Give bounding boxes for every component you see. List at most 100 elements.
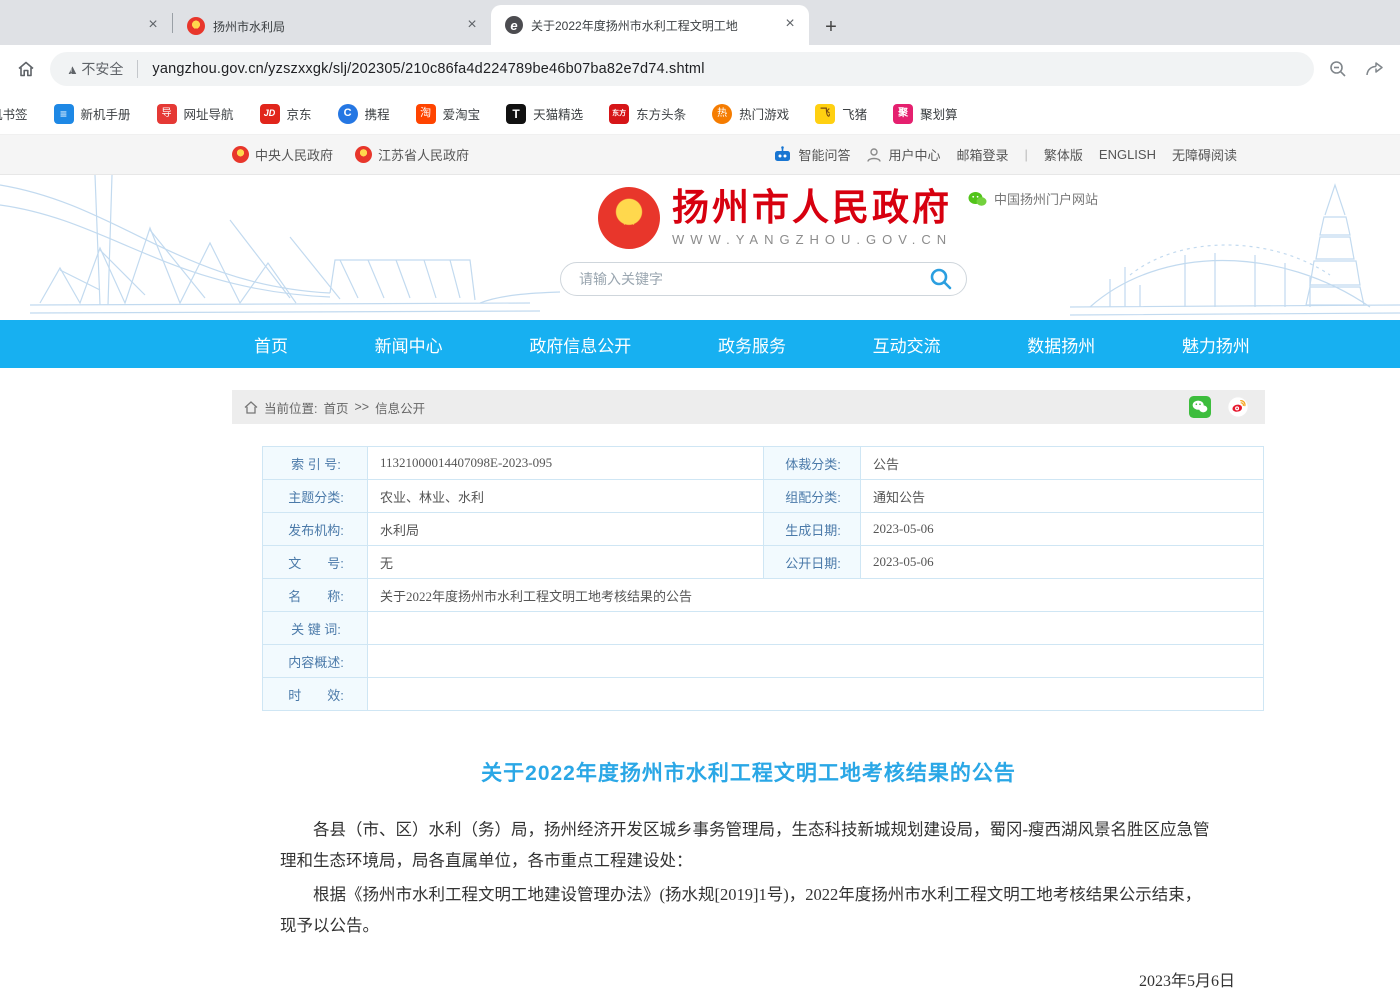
nav-item-interaction[interactable]: 互动交流 [873, 332, 941, 357]
nav-item-news[interactable]: 新闻中心 [375, 332, 443, 357]
bookmark-item[interactable]: 飞 飞猪 [815, 104, 867, 124]
bookmark-favicon: ≡ [54, 104, 74, 124]
table-row: 关 键 词: [263, 612, 1264, 645]
close-icon[interactable]: × [781, 16, 799, 34]
bookmark-item[interactable]: 淘 爱淘宝 [416, 104, 481, 124]
home-button[interactable] [14, 57, 38, 81]
gov-link-label: 江苏省人民政府 [378, 145, 469, 164]
nav-item-home[interactable]: 首页 [254, 332, 288, 357]
meta-value [368, 678, 1264, 711]
national-emblem-favicon: ★ [187, 17, 205, 35]
bookmark-item[interactable]: 热 热门游戏 [712, 104, 789, 124]
weibo-share-icon[interactable] [1227, 396, 1249, 418]
user-icon [866, 147, 882, 163]
portal-link[interactable]: 中国扬州门户网站 [968, 189, 1098, 208]
bookmark-item[interactable]: 导 网址导航 [157, 104, 234, 124]
bookmark-label: 东方头条 [636, 104, 686, 123]
meta-label: 文 号: [263, 546, 368, 579]
meta-label: 组配分类: [764, 480, 861, 513]
bookmark-item[interactable]: 机书签 [0, 104, 28, 123]
national-emblem-icon [355, 146, 372, 163]
table-row: 发布机构: 水利局 生成日期: 2023-05-06 [263, 513, 1264, 546]
meta-label: 内容概述: [263, 645, 368, 678]
new-tab-button[interactable]: + [817, 13, 845, 41]
meta-label: 索 引 号: [263, 447, 368, 480]
bookmark-item[interactable]: ≡ 新机手册 [54, 104, 131, 124]
meta-value: 11321000014407098E-2023-095 [368, 447, 764, 480]
table-row: 文 号: 无 公开日期: 2023-05-06 [263, 546, 1264, 579]
bookmark-label: 京东 [287, 104, 312, 123]
bookmark-favicon: JD [260, 104, 280, 124]
article-date: 2023年5月6日 [232, 967, 1235, 991]
nav-item-info-disclosure[interactable]: 政府信息公开 [529, 332, 631, 357]
link-accessibility[interactable]: 无障碍阅读 [1172, 145, 1237, 164]
bookmark-item[interactable]: T 天猫精选 [506, 104, 583, 124]
site-favicon: e [505, 16, 523, 34]
home-icon [244, 401, 258, 414]
meta-value: 2023-05-06 [861, 513, 1264, 546]
meta-label: 发布机构: [263, 513, 368, 546]
link-traditional[interactable]: 繁体版 [1044, 145, 1083, 164]
zoom-out-button[interactable] [1326, 57, 1350, 81]
article-title: 关于2022年度扬州市水利工程文明工地考核结果的公告 [232, 757, 1265, 787]
bookmark-item[interactable]: C 携程 [338, 104, 390, 124]
bookmark-item[interactable]: JD 京东 [260, 104, 312, 124]
bookmark-item[interactable]: 东方 东方头条 [609, 104, 686, 124]
table-row: 索 引 号: 11321000014407098E-2023-095 体裁分类:… [263, 447, 1264, 480]
national-emblem-logo: ★ [598, 187, 660, 249]
bookmark-favicon: T [506, 104, 526, 124]
bookmark-favicon: 东方 [609, 104, 629, 124]
zoom-out-icon [1328, 59, 1348, 79]
table-row: 内容概述: [263, 645, 1264, 678]
breadcrumb-current-link[interactable]: 信息公开 [375, 398, 425, 417]
browser-address-bar: ▲! 不安全 yangzhou.gov.cn/yzszxxgk/slj/2023… [0, 45, 1400, 93]
link-english[interactable]: ENGLISH [1099, 147, 1156, 162]
security-warning-icon: ▲! [66, 62, 81, 77]
meta-label: 体裁分类: [764, 447, 861, 480]
link-mail-login[interactable]: 邮箱登录 [956, 145, 1008, 164]
article-paragraph: 根据《扬州市水利工程文明工地建设管理办法》(扬水规[2019]1号)，2022年… [280, 880, 1217, 941]
breadcrumb: 当前位置: 首页 >> 信息公开 [232, 390, 1265, 424]
table-row: 主题分类: 农业、林业、水利 组配分类: 通知公告 [263, 480, 1264, 513]
tab-shuiliju[interactable]: ★ 扬州市水利局 × [173, 7, 491, 45]
bookmark-item[interactable]: 聚 聚划算 [893, 104, 958, 124]
bridge-artwork-left [0, 175, 560, 320]
nav-item-charm[interactable]: 魅力扬州 [1182, 332, 1250, 357]
link-central-gov[interactable]: 中央人民政府 [232, 145, 333, 164]
gov-link-label: 中央人民政府 [255, 145, 333, 164]
link-jiangsu-gov[interactable]: 江苏省人民政府 [355, 145, 469, 164]
gov-link-label: 用户中心 [888, 145, 940, 164]
meta-value: 通知公告 [861, 480, 1264, 513]
close-icon[interactable]: × [144, 17, 162, 35]
home-icon [16, 59, 36, 79]
meta-value: 公告 [861, 447, 1264, 480]
meta-value: 水利局 [368, 513, 764, 546]
wechat-portal-icon [968, 191, 987, 207]
close-icon[interactable]: × [463, 17, 481, 35]
breadcrumb-home-link[interactable]: 首页 [323, 398, 348, 417]
tab-partial[interactable]: × [0, 7, 172, 45]
nav-item-services[interactable]: 政务服务 [718, 332, 786, 357]
site-logo[interactable]: ★ 扬州市人民政府 WWW.YANGZHOU.GOV.CN [598, 187, 952, 249]
site-header-banner: ★ 扬州市人民政府 WWW.YANGZHOU.GOV.CN 中国扬州门户网站 [0, 175, 1400, 320]
bridge-artwork-right [1070, 175, 1400, 320]
url-omnibox[interactable]: ▲! 不安全 yangzhou.gov.cn/yzszxxgk/slj/2023… [50, 52, 1314, 86]
meta-label: 时 效: [263, 678, 368, 711]
meta-value: 关于2022年度扬州市水利工程文明工地考核结果的公告 [368, 579, 1264, 612]
bookmark-label: 聚划算 [920, 104, 958, 123]
url-text: yangzhou.gov.cn/yzszxxgk/slj/202305/210c… [152, 61, 704, 77]
link-smart-qa[interactable]: 智能问答 [773, 145, 850, 164]
bookmark-label: 新机手册 [81, 104, 131, 123]
meta-label: 公开日期: [764, 546, 861, 579]
nav-item-data[interactable]: 数据扬州 [1027, 332, 1095, 357]
gov-link-label: 繁体版 [1044, 145, 1083, 164]
wechat-share-icon[interactable] [1189, 396, 1211, 418]
search-icon[interactable] [928, 266, 954, 292]
share-button[interactable] [1362, 57, 1386, 81]
tab-active-announcement[interactable]: e 关于2022年度扬州市水利工程文明工地 × [491, 5, 809, 45]
link-user-center[interactable]: 用户中心 [866, 145, 940, 164]
meta-label: 生成日期: [764, 513, 861, 546]
search-input[interactable] [579, 271, 928, 287]
meta-label: 主题分类: [263, 480, 368, 513]
bookmark-label: 热门游戏 [739, 104, 789, 123]
